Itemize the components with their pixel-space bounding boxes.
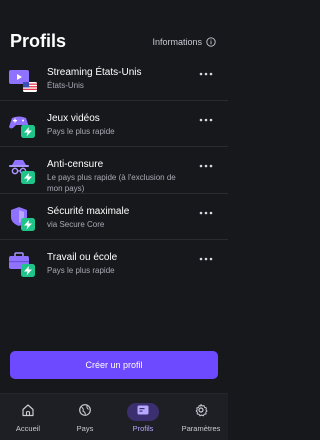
spy-icon bbox=[8, 159, 38, 185]
page-title: Profils bbox=[10, 31, 67, 51]
tab-label: Profils bbox=[132, 424, 154, 433]
shield-icon bbox=[8, 206, 38, 232]
profile-name: Streaming États-Unis bbox=[47, 67, 142, 78]
tab-label: Paramètres bbox=[181, 424, 221, 433]
tab-profiles[interactable]: Profils bbox=[118, 394, 168, 440]
profile-name: Sécurité maximale bbox=[47, 206, 130, 217]
tab-home[interactable]: Accueil bbox=[3, 394, 53, 440]
profile-row-security[interactable]: Sécurité maximale via Secure Core bbox=[0, 194, 228, 240]
info-icon bbox=[206, 37, 216, 47]
more-options-icon[interactable] bbox=[198, 115, 214, 125]
profile-subtitle: Pays le plus rapide bbox=[47, 266, 115, 275]
profile-subtitle: Pays le plus rapide bbox=[47, 127, 115, 136]
profile-row-gaming[interactable]: Jeux vidéos Pays le plus rapide bbox=[0, 101, 228, 147]
tab-label: Accueil bbox=[15, 424, 41, 433]
more-options-icon[interactable] bbox=[198, 161, 214, 171]
more-options-icon[interactable] bbox=[198, 69, 214, 79]
profile-row-work[interactable]: Travail ou école Pays le plus rapide bbox=[0, 240, 228, 286]
home-icon bbox=[21, 403, 35, 422]
tab-settings[interactable]: Paramètres bbox=[176, 394, 226, 440]
informations-link[interactable]: Informations bbox=[152, 37, 216, 47]
gamepad-icon bbox=[8, 113, 38, 139]
profile-name: Jeux vidéos bbox=[47, 113, 100, 124]
more-options-icon[interactable] bbox=[198, 254, 214, 264]
profile-row-streaming[interactable]: Streaming États-Unis États-Unis bbox=[0, 55, 228, 101]
informations-label: Informations bbox=[152, 37, 202, 47]
profiles-icon bbox=[136, 403, 150, 422]
streaming-us-icon bbox=[8, 67, 38, 93]
more-options-icon[interactable] bbox=[198, 208, 214, 218]
profile-subtitle: États-Unis bbox=[47, 81, 84, 90]
gear-icon bbox=[194, 403, 208, 422]
tab-countries[interactable]: Pays bbox=[60, 394, 110, 440]
globe-icon bbox=[78, 403, 92, 422]
create-profile-button[interactable]: Créer un profil bbox=[10, 351, 218, 379]
profile-name: Anti-censure bbox=[47, 159, 104, 170]
profile-name: Travail ou école bbox=[47, 252, 118, 263]
profile-list: Streaming États-Unis États-Unis Jeux vid… bbox=[0, 55, 228, 286]
profile-row-anti-censure[interactable]: Anti-censure Le pays plus rapide (à l'ex… bbox=[0, 147, 228, 194]
bottom-tab-bar: Accueil Pays Profils Paramètres bbox=[0, 393, 228, 440]
profile-subtitle: via Secure Core bbox=[47, 220, 105, 229]
profile-subtitle: Le pays plus rapide (à l'exclusion de mo… bbox=[47, 173, 176, 193]
briefcase-icon bbox=[8, 252, 38, 278]
tab-label: Pays bbox=[76, 424, 94, 433]
